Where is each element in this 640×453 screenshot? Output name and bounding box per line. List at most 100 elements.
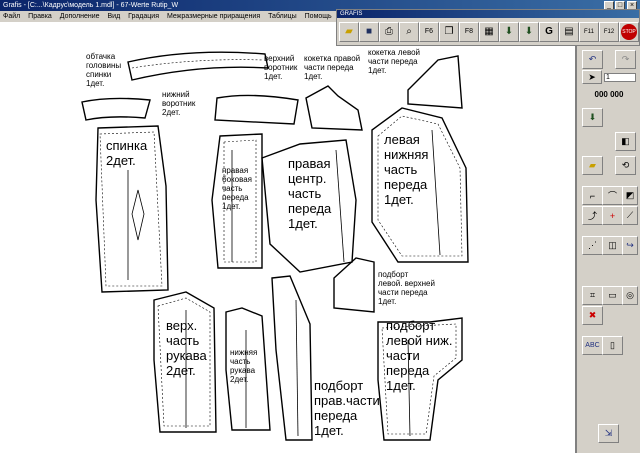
delete-icon: ✖ bbox=[588, 310, 597, 320]
insert-icon: ⬇ bbox=[588, 112, 597, 122]
f6-icon: F6 bbox=[424, 28, 434, 35]
open-folder-icon: ▰ bbox=[345, 26, 353, 37]
label-podbort-prav: подборт прав.части переда 1дет. bbox=[314, 378, 380, 438]
measure-tool-2-button[interactable]: ▭ bbox=[602, 286, 623, 305]
piece-nizh-vorotnik-outline bbox=[81, 97, 151, 121]
piece-podbort-prav-outline bbox=[271, 275, 313, 441]
undo-icon: ↶ bbox=[588, 54, 597, 64]
measure-tool-3-button[interactable]: ◎ bbox=[622, 286, 638, 305]
polyline-icon: ⤴ bbox=[587, 211, 597, 221]
menu-grading[interactable]: Градация bbox=[125, 13, 162, 20]
diagonal-icon: ⟋ bbox=[626, 210, 634, 220]
measure2-icon: ▭ bbox=[608, 290, 617, 300]
download-button[interactable]: ⬇ bbox=[499, 22, 519, 42]
curve-icon: ↪ bbox=[626, 240, 634, 250]
drawing-canvas[interactable]: обтачка головины спинки 1дет. нижний вор… bbox=[0, 22, 577, 453]
mirror-icon: ◫ bbox=[608, 240, 617, 250]
coord-input[interactable]: 1 bbox=[604, 73, 636, 82]
piece3-icon: ◩ bbox=[625, 190, 635, 200]
piece1-icon: ⌐ bbox=[589, 190, 596, 201]
f8-button[interactable]: F8 bbox=[459, 22, 479, 42]
f12-icon: F12 bbox=[603, 29, 615, 35]
menu-file[interactable]: Файл bbox=[0, 13, 23, 20]
counter-display: 000 000 bbox=[594, 90, 624, 99]
save-button[interactable]: ■ bbox=[359, 22, 379, 42]
label-bokovaya: правая боковая часть переда 1дет. bbox=[222, 166, 253, 211]
page-tool-button[interactable]: ▯ bbox=[602, 336, 623, 355]
piece-tool-3-button[interactable]: ◩ bbox=[622, 186, 638, 205]
piece-tool-2-button[interactable]: ⌒ bbox=[602, 186, 623, 205]
folder-tool-button[interactable]: ▰ bbox=[582, 156, 603, 175]
line-tool-3-button[interactable]: ⟋ bbox=[622, 206, 638, 225]
download2-button[interactable]: ⬇ bbox=[519, 22, 539, 42]
export-icon: ⇲ bbox=[604, 428, 613, 438]
piece2-icon: ⌒ bbox=[607, 191, 617, 201]
f12-button[interactable]: F12 bbox=[599, 22, 619, 42]
redo-icon: ↷ bbox=[621, 54, 630, 64]
table-button[interactable]: ▤ bbox=[559, 22, 579, 42]
print-icon: ⎙ bbox=[385, 26, 393, 37]
curve-tool-button[interactable]: ↪ bbox=[622, 236, 638, 255]
f11-icon: F11 bbox=[584, 29, 594, 35]
f8-icon: F8 bbox=[464, 28, 474, 35]
label-verh-vorotnik: верхний воротник 1дет. bbox=[264, 54, 298, 81]
label-koketka-lev: кокетка левой части переда 1дет. bbox=[368, 48, 421, 75]
label-prav-centr: правая центр. часть переда 1дет. bbox=[288, 156, 332, 231]
point-icon: ⋰ bbox=[588, 240, 597, 250]
stop-icon: STOP bbox=[621, 24, 637, 40]
download-icon: ⬇ bbox=[504, 26, 514, 37]
arrow-tool-button[interactable]: ➤ bbox=[582, 70, 602, 84]
piece-tool-1-button[interactable]: ⌐ bbox=[582, 186, 603, 205]
print-button[interactable]: ⎙ bbox=[379, 22, 399, 42]
mirror-tool-button[interactable]: ◫ bbox=[602, 236, 623, 255]
g-button[interactable]: G bbox=[539, 22, 559, 42]
line-tool-2-button[interactable]: + bbox=[602, 206, 623, 225]
measure1-icon: ⌗ bbox=[589, 290, 596, 300]
shape-icon: ◧ bbox=[621, 136, 630, 146]
toolbar-caption: GRAFIS bbox=[337, 10, 639, 18]
menu-edit[interactable]: Правка bbox=[25, 13, 55, 20]
open-folder-button[interactable]: ▰ bbox=[339, 22, 359, 42]
label-nizh-vorotnik: нижний воротник 2дет. bbox=[162, 90, 196, 117]
menu-addition[interactable]: Дополнение bbox=[57, 13, 103, 20]
zoom-icon: ⌕ bbox=[406, 26, 412, 37]
zoom-button[interactable]: ⌕ bbox=[399, 22, 419, 42]
label-podbort-lev-verh: подборт левой. верхней части переда 1дет… bbox=[378, 270, 435, 306]
window-title: Grafis - [C:...\Кадрус\модель 1.mdl] - 6… bbox=[3, 2, 179, 9]
f6-button[interactable]: F6 bbox=[419, 22, 439, 42]
grafis-toolbar: GRAFIS ▰ ■ ⎙ ⌕ F6 ❐ F8 ▦ ⬇ ⬇ G ▤ F11 F12… bbox=[336, 9, 640, 46]
copy-button[interactable]: ❐ bbox=[439, 22, 459, 42]
stop-button[interactable]: STOP bbox=[619, 22, 639, 42]
page-icon: ▯ bbox=[610, 340, 615, 350]
save-icon: ■ bbox=[365, 26, 373, 37]
piece-podbort-lev-verh-outline bbox=[333, 257, 375, 313]
piece-obtachka-outline bbox=[127, 51, 269, 81]
measure-tool-1-button[interactable]: ⌗ bbox=[582, 286, 603, 305]
delete-tool-button[interactable]: ✖ bbox=[582, 306, 603, 325]
point-tool-button[interactable]: ⋰ bbox=[582, 236, 603, 255]
export-tool-button[interactable]: ⇲ bbox=[598, 424, 619, 443]
menu-tables[interactable]: Таблицы bbox=[265, 13, 300, 20]
label-spinka: спинка 2дет. bbox=[106, 138, 148, 168]
menu-increments[interactable]: Межразмерные приращения bbox=[164, 13, 263, 20]
cursor-icon: ➤ bbox=[588, 71, 596, 82]
measure3-icon: ◎ bbox=[626, 290, 634, 300]
rotate-tool-button[interactable]: ⟲ bbox=[615, 156, 636, 175]
insert-button[interactable]: ⬇ bbox=[582, 108, 603, 127]
f11-button[interactable]: F11 bbox=[579, 22, 599, 42]
label-verh-rukav: верх. часть рукава 2дет. bbox=[166, 318, 207, 378]
shape-tool-button[interactable]: ◧ bbox=[615, 132, 636, 151]
text-tool-button[interactable]: ABC bbox=[582, 336, 603, 355]
piece-koketka-prav-outline bbox=[305, 85, 363, 131]
label-lev-nizh: левая нижняя часть переда 1дет. bbox=[384, 132, 429, 207]
redo-button[interactable]: ↷ bbox=[615, 50, 636, 69]
text-abc-icon: ABC bbox=[585, 342, 600, 349]
menu-view[interactable]: Вид bbox=[105, 13, 124, 20]
cross-icon: + bbox=[609, 210, 616, 221]
grid-icon: ▦ bbox=[484, 26, 494, 37]
menu-help[interactable]: Помощь bbox=[302, 13, 335, 20]
grid-button[interactable]: ▦ bbox=[479, 22, 499, 42]
line-tool-1-button[interactable]: ⤴ bbox=[582, 206, 603, 225]
label-podbort-lev-nizh: подборт левой ниж. части переда 1дет. bbox=[386, 318, 453, 393]
undo-button[interactable]: ↶ bbox=[582, 50, 603, 69]
